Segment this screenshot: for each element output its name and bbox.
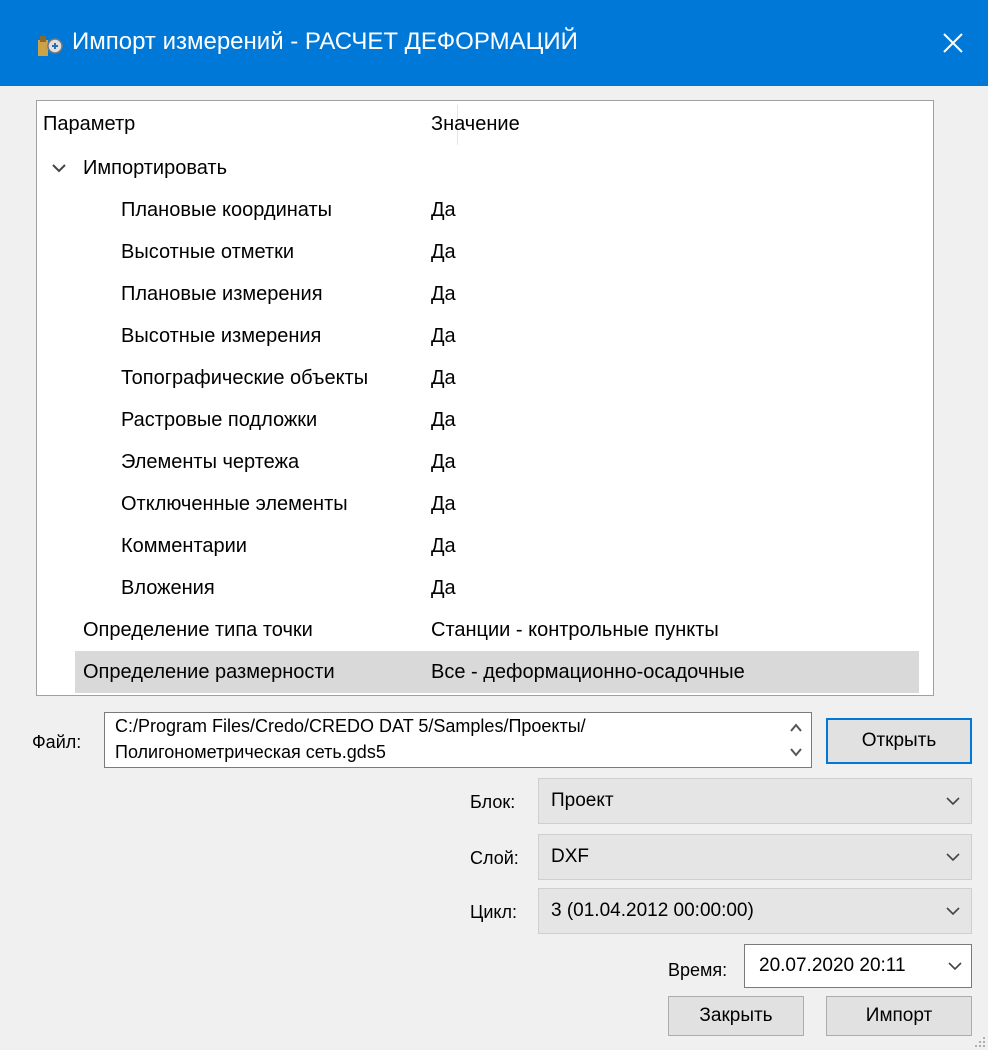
time-picker[interactable]: 20.07.2020 20:11 (744, 944, 972, 988)
file-path-field[interactable]: C:/Program Files/Credo/CREDO DAT 5/Sampl… (104, 712, 812, 768)
block-select[interactable]: Проект (538, 778, 972, 824)
param-name: Высотные отметки (121, 241, 295, 263)
param-name: Высотные измерения (121, 325, 322, 347)
app-icon (38, 36, 63, 56)
param-value[interactable]: Да (431, 273, 456, 315)
tree-row[interactable]: Плановые координаты Да (37, 189, 933, 231)
param-name: Вложения (121, 577, 215, 599)
param-name: Плановые измерения (121, 283, 323, 305)
column-header-parameter[interactable]: Параметр (43, 101, 135, 147)
param-name: Отключенные элементы (121, 493, 348, 515)
param-value[interactable]: Да (431, 567, 456, 609)
chevron-down-icon (946, 853, 960, 862)
chevron-up-icon[interactable] (785, 717, 807, 739)
param-name: Определение типа точки (83, 619, 313, 641)
open-file-button[interactable]: Открыть (826, 718, 972, 764)
param-value[interactable]: Да (431, 315, 456, 357)
time-label: Время: (668, 960, 728, 980)
tree-row[interactable]: Плановые измерения Да (37, 273, 933, 315)
tree-row[interactable]: Высотные отметки Да (37, 231, 933, 273)
layer-select[interactable]: DXF (538, 834, 972, 880)
chevron-down-icon[interactable] (51, 160, 67, 176)
param-name: Растровые подложки (121, 409, 318, 431)
tree-row[interactable]: Растровые подложки Да (37, 399, 933, 441)
resize-grip-icon[interactable] (972, 1034, 986, 1048)
block-label: Блок: (470, 792, 516, 812)
group-label: Импортировать (83, 157, 228, 179)
tree-row[interactable]: Комментарии Да (37, 525, 933, 567)
param-value[interactable]: Да (431, 231, 456, 273)
param-value[interactable]: Да (431, 525, 456, 567)
param-value[interactable]: Да (431, 441, 456, 483)
tree-row[interactable]: Элементы чертежа Да (37, 441, 933, 483)
param-value[interactable]: Да (431, 357, 456, 399)
tree-row-dimension[interactable]: Определение размерности Все - деформацио… (37, 651, 933, 693)
tree-row[interactable]: Вложения Да (37, 567, 933, 609)
column-header-value[interactable]: Значение (431, 101, 520, 147)
close-window-button[interactable] (918, 0, 988, 86)
close-icon (943, 33, 963, 53)
param-name: Топографические объекты (121, 367, 369, 389)
param-value[interactable]: Да (431, 483, 456, 525)
chevron-down-icon (946, 907, 960, 916)
layer-value: DXF (551, 846, 589, 867)
param-value[interactable]: Станции - контрольные пункты (431, 609, 719, 651)
param-name: Элементы чертежа (121, 451, 300, 473)
file-scrollbar[interactable] (785, 717, 807, 763)
title-bar: Импорт измерений - РАСЧЕТ ДЕФОРМАЦИЙ (0, 0, 988, 86)
tree-row[interactable]: Топографические объекты Да (37, 357, 933, 399)
cycle-label: Цикл: (470, 902, 517, 922)
window-title: Импорт измерений - РАСЧЕТ ДЕФОРМАЦИЙ (72, 28, 578, 55)
tree-group-import[interactable]: Импортировать (37, 147, 933, 189)
param-name: Плановые координаты (121, 199, 333, 221)
parameter-tree[interactable]: Параметр Значение Импортировать Плановые… (36, 100, 934, 696)
block-value: Проект (551, 790, 614, 811)
tree-row[interactable]: Отключенные элементы Да (37, 483, 933, 525)
param-name: Определение размерности (83, 661, 335, 683)
file-label: Файл: (32, 732, 82, 752)
param-value[interactable]: Все - деформационно-осадочные (431, 651, 745, 693)
file-path-text[interactable]: C:/Program Files/Credo/CREDO DAT 5/Sampl… (115, 713, 775, 765)
chevron-down-icon[interactable] (785, 741, 807, 763)
close-button[interactable]: Закрыть (668, 996, 804, 1036)
param-value[interactable]: Да (431, 189, 456, 231)
tree-header: Параметр Значение (37, 101, 933, 147)
layer-label: Слой: (470, 848, 519, 868)
cycle-value: 3 (01.04.2012 00:00:00) (551, 900, 754, 921)
cycle-select[interactable]: 3 (01.04.2012 00:00:00) (538, 888, 972, 934)
chevron-down-icon (946, 797, 960, 806)
import-button[interactable]: Импорт (826, 996, 972, 1036)
chevron-down-icon[interactable] (947, 958, 963, 974)
param-name: Комментарии (121, 535, 247, 557)
param-value[interactable]: Да (431, 399, 456, 441)
time-value: 20.07.2020 20:11 (759, 955, 906, 976)
tree-row[interactable]: Высотные измерения Да (37, 315, 933, 357)
tree-row-point-type[interactable]: Определение типа точки Станции - контрол… (37, 609, 933, 651)
